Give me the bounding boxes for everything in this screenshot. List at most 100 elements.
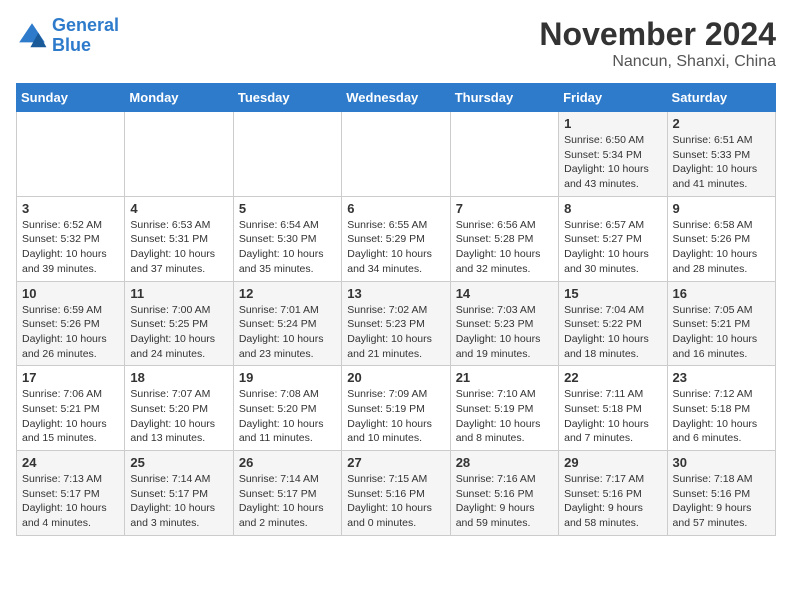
day-number: 2 bbox=[673, 116, 770, 131]
day-cell: 9 Sunrise: 6:58 AM Sunset: 5:26 PM Daylig… bbox=[667, 196, 775, 281]
day-number: 22 bbox=[564, 370, 661, 385]
col-header-monday: Monday bbox=[125, 84, 233, 112]
col-header-thursday: Thursday bbox=[450, 84, 558, 112]
page-header: General Blue November 2024 Nancun, Shanx… bbox=[16, 16, 776, 71]
day-cell: 26 Sunrise: 7:14 AM Sunset: 5:17 PM Dayli… bbox=[233, 451, 341, 536]
day-number: 17 bbox=[22, 370, 119, 385]
day-cell: 3Sunrise: 6:52 AM Sunset: 5:32 PM Daylig… bbox=[17, 196, 125, 281]
day-number: 6 bbox=[347, 201, 444, 216]
day-info: Sunrise: 6:53 AM Sunset: 5:31 PM Dayligh… bbox=[130, 218, 227, 277]
week-row-1: 1 Sunrise: 6:50 AM Sunset: 5:34 PM Daylig… bbox=[17, 112, 776, 197]
day-info: Sunrise: 6:56 AM Sunset: 5:28 PM Dayligh… bbox=[456, 218, 553, 277]
day-info: Sunrise: 7:11 AM Sunset: 5:18 PM Dayligh… bbox=[564, 387, 661, 446]
day-number: 23 bbox=[673, 370, 770, 385]
day-info: Sunrise: 6:59 AM Sunset: 5:26 PM Dayligh… bbox=[22, 303, 119, 362]
day-info: Sunrise: 7:02 AM Sunset: 5:23 PM Dayligh… bbox=[347, 303, 444, 362]
day-number: 25 bbox=[130, 455, 227, 470]
day-cell: 8 Sunrise: 6:57 AM Sunset: 5:27 PM Daylig… bbox=[559, 196, 667, 281]
day-cell bbox=[17, 112, 125, 197]
day-number: 10 bbox=[22, 286, 119, 301]
day-info: Sunrise: 7:04 AM Sunset: 5:22 PM Dayligh… bbox=[564, 303, 661, 362]
day-cell: 22 Sunrise: 7:11 AM Sunset: 5:18 PM Dayli… bbox=[559, 366, 667, 451]
day-number: 5 bbox=[239, 201, 336, 216]
day-number: 8 bbox=[564, 201, 661, 216]
day-cell: 15 Sunrise: 7:04 AM Sunset: 5:22 PM Dayli… bbox=[559, 281, 667, 366]
day-number: 1 bbox=[564, 116, 661, 131]
day-cell: 28 Sunrise: 7:16 AM Sunset: 5:16 PM Dayli… bbox=[450, 451, 558, 536]
day-cell: 24Sunrise: 7:13 AM Sunset: 5:17 PM Dayli… bbox=[17, 451, 125, 536]
location: Nancun, Shanxi, China bbox=[539, 53, 776, 71]
day-info: Sunrise: 7:15 AM Sunset: 5:16 PM Dayligh… bbox=[347, 472, 444, 531]
day-number: 28 bbox=[456, 455, 553, 470]
day-info: Sunrise: 7:01 AM Sunset: 5:24 PM Dayligh… bbox=[239, 303, 336, 362]
day-info: Sunrise: 7:03 AM Sunset: 5:23 PM Dayligh… bbox=[456, 303, 553, 362]
day-number: 26 bbox=[239, 455, 336, 470]
day-info: Sunrise: 7:14 AM Sunset: 5:17 PM Dayligh… bbox=[239, 472, 336, 531]
logo-icon bbox=[16, 20, 48, 52]
day-cell: 29 Sunrise: 7:17 AM Sunset: 5:16 PM Dayli… bbox=[559, 451, 667, 536]
col-header-wednesday: Wednesday bbox=[342, 84, 450, 112]
day-cell: 21 Sunrise: 7:10 AM Sunset: 5:19 PM Dayli… bbox=[450, 366, 558, 451]
week-row-4: 17 Sunrise: 7:06 AM Sunset: 5:21 PM Dayli… bbox=[17, 366, 776, 451]
day-info: Sunrise: 6:50 AM Sunset: 5:34 PM Dayligh… bbox=[564, 133, 661, 192]
day-number: 19 bbox=[239, 370, 336, 385]
day-info: Sunrise: 7:17 AM Sunset: 5:16 PM Dayligh… bbox=[564, 472, 661, 531]
day-info: Sunrise: 7:06 AM Sunset: 5:21 PM Dayligh… bbox=[22, 387, 119, 446]
day-cell: 23 Sunrise: 7:12 AM Sunset: 5:18 PM Dayli… bbox=[667, 366, 775, 451]
title-block: November 2024 Nancun, Shanxi, China bbox=[539, 16, 776, 71]
day-number: 7 bbox=[456, 201, 553, 216]
day-cell: 1 Sunrise: 6:50 AM Sunset: 5:34 PM Daylig… bbox=[559, 112, 667, 197]
day-info: Sunrise: 6:54 AM Sunset: 5:30 PM Dayligh… bbox=[239, 218, 336, 277]
day-cell: 17 Sunrise: 7:06 AM Sunset: 5:21 PM Dayli… bbox=[17, 366, 125, 451]
day-number: 21 bbox=[456, 370, 553, 385]
week-row-5: 24Sunrise: 7:13 AM Sunset: 5:17 PM Dayli… bbox=[17, 451, 776, 536]
day-cell: 10 Sunrise: 6:59 AM Sunset: 5:26 PM Dayli… bbox=[17, 281, 125, 366]
day-number: 15 bbox=[564, 286, 661, 301]
day-cell: 19 Sunrise: 7:08 AM Sunset: 5:20 PM Dayli… bbox=[233, 366, 341, 451]
day-cell: 12 Sunrise: 7:01 AM Sunset: 5:24 PM Dayli… bbox=[233, 281, 341, 366]
day-info: Sunrise: 7:10 AM Sunset: 5:19 PM Dayligh… bbox=[456, 387, 553, 446]
col-header-tuesday: Tuesday bbox=[233, 84, 341, 112]
month-title: November 2024 bbox=[539, 16, 776, 53]
day-number: 20 bbox=[347, 370, 444, 385]
day-info: Sunrise: 6:55 AM Sunset: 5:29 PM Dayligh… bbox=[347, 218, 444, 277]
day-cell: 13 Sunrise: 7:02 AM Sunset: 5:23 PM Dayli… bbox=[342, 281, 450, 366]
day-cell: 2 Sunrise: 6:51 AM Sunset: 5:33 PM Daylig… bbox=[667, 112, 775, 197]
day-number: 9 bbox=[673, 201, 770, 216]
day-cell: 4 Sunrise: 6:53 AM Sunset: 5:31 PM Daylig… bbox=[125, 196, 233, 281]
day-cell: 5 Sunrise: 6:54 AM Sunset: 5:30 PM Daylig… bbox=[233, 196, 341, 281]
logo-text: General Blue bbox=[52, 16, 119, 56]
day-number: 14 bbox=[456, 286, 553, 301]
day-info: Sunrise: 7:09 AM Sunset: 5:19 PM Dayligh… bbox=[347, 387, 444, 446]
day-cell: 11Sunrise: 7:00 AM Sunset: 5:25 PM Dayli… bbox=[125, 281, 233, 366]
day-cell: 14 Sunrise: 7:03 AM Sunset: 5:23 PM Dayli… bbox=[450, 281, 558, 366]
day-number: 16 bbox=[673, 286, 770, 301]
day-info: Sunrise: 7:08 AM Sunset: 5:20 PM Dayligh… bbox=[239, 387, 336, 446]
day-cell: 25Sunrise: 7:14 AM Sunset: 5:17 PM Dayli… bbox=[125, 451, 233, 536]
logo-line1: General bbox=[52, 15, 119, 35]
logo-line2: Blue bbox=[52, 35, 91, 55]
day-number: 29 bbox=[564, 455, 661, 470]
day-number: 12 bbox=[239, 286, 336, 301]
day-number: 27 bbox=[347, 455, 444, 470]
day-number: 30 bbox=[673, 455, 770, 470]
day-info: Sunrise: 7:05 AM Sunset: 5:21 PM Dayligh… bbox=[673, 303, 770, 362]
day-number: 3 bbox=[22, 201, 119, 216]
day-info: Sunrise: 7:12 AM Sunset: 5:18 PM Dayligh… bbox=[673, 387, 770, 446]
day-number: 4 bbox=[130, 201, 227, 216]
day-info: Sunrise: 6:57 AM Sunset: 5:27 PM Dayligh… bbox=[564, 218, 661, 277]
day-info: Sunrise: 7:16 AM Sunset: 5:16 PM Dayligh… bbox=[456, 472, 553, 531]
day-number: 24 bbox=[22, 455, 119, 470]
day-cell: 6 Sunrise: 6:55 AM Sunset: 5:29 PM Daylig… bbox=[342, 196, 450, 281]
day-info: Sunrise: 6:51 AM Sunset: 5:33 PM Dayligh… bbox=[673, 133, 770, 192]
day-info: Sunrise: 7:18 AM Sunset: 5:16 PM Dayligh… bbox=[673, 472, 770, 531]
day-cell bbox=[233, 112, 341, 197]
col-header-saturday: Saturday bbox=[667, 84, 775, 112]
day-cell: 20 Sunrise: 7:09 AM Sunset: 5:19 PM Dayli… bbox=[342, 366, 450, 451]
calendar-table: SundayMondayTuesdayWednesdayThursdayFrid… bbox=[16, 83, 776, 536]
day-number: 13 bbox=[347, 286, 444, 301]
day-cell: 27 Sunrise: 7:15 AM Sunset: 5:16 PM Dayli… bbox=[342, 451, 450, 536]
day-number: 11 bbox=[130, 286, 227, 301]
day-info: Sunrise: 6:58 AM Sunset: 5:26 PM Dayligh… bbox=[673, 218, 770, 277]
day-number: 18 bbox=[130, 370, 227, 385]
